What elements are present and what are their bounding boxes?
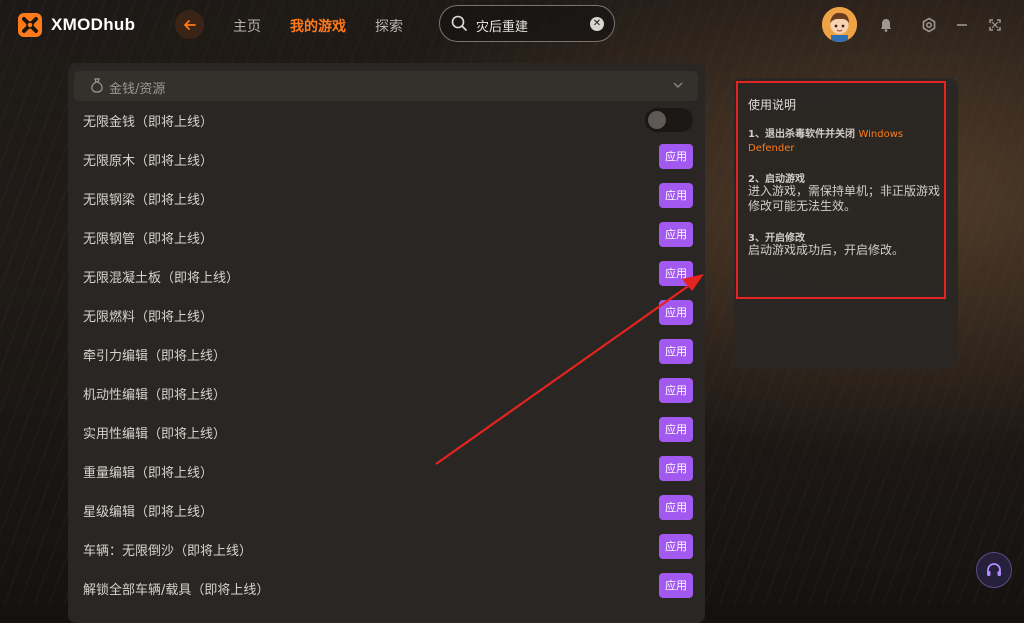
nav-my-games[interactable]: 我的游戏: [290, 16, 346, 36]
mod-row: 无限原木（即将上线） 应用: [83, 140, 693, 179]
search-input[interactable]: 灾后重建: [476, 16, 528, 35]
mod-label: 重量编辑（即将上线）: [83, 466, 214, 481]
mod-row: 无限金钱（即将上线）: [83, 101, 693, 140]
clear-search-icon[interactable]: ✕: [590, 17, 604, 31]
apply-button[interactable]: 应用: [659, 456, 693, 481]
apply-button[interactable]: 应用: [659, 144, 693, 169]
money-bag-icon: [91, 78, 103, 93]
step-3-title: 3、开启修改: [748, 233, 805, 244]
apply-button[interactable]: 应用: [659, 300, 693, 325]
step-2-body: 进入游戏，需保持单机；非正版游戏修改可能无法生效。: [748, 184, 941, 213]
mod-label: 机动性编辑（即将上线）: [83, 388, 227, 403]
mod-label: 无限燃料（即将上线）: [83, 310, 214, 325]
arrow-left-icon: [183, 19, 196, 30]
app-logo[interactable]: XMODhub: [16, 11, 135, 39]
mod-row: 星级编辑（即将上线） 应用: [83, 491, 693, 530]
avatar[interactable]: [822, 7, 857, 42]
mod-label: 解锁全部车辆/载具（即将上线）: [83, 583, 270, 598]
mod-label: 车辆：无限倒沙（即将上线）: [83, 544, 253, 559]
toggle-knob: [648, 111, 666, 129]
step-2-title: 2、启动游戏: [748, 174, 805, 185]
nav-explore[interactable]: 探索: [375, 16, 403, 36]
mod-label: 无限混凝土板（即将上线）: [83, 271, 240, 286]
mod-row: 解锁全部车辆/载具（即将上线） 应用: [83, 569, 693, 608]
apply-button[interactable]: 应用: [659, 573, 693, 598]
apply-button[interactable]: 应用: [659, 534, 693, 559]
step-1-title: 1、退出杀毒软件并关闭 Windows Defender: [748, 129, 904, 154]
app-header: XMODhub 主页 我的游戏 探索 灾后重建 ✕: [0, 0, 1024, 52]
apply-button[interactable]: 应用: [659, 183, 693, 208]
mod-label: 星级编辑（即将上线）: [83, 505, 214, 520]
mod-row: 无限燃料（即将上线） 应用: [83, 296, 693, 335]
apply-button[interactable]: 应用: [659, 417, 693, 442]
mod-row: 重量编辑（即将上线） 应用: [83, 452, 693, 491]
mod-row: 车辆：无限倒沙（即将上线） 应用: [83, 530, 693, 569]
search-box[interactable]: 灾后重建 ✕: [439, 5, 615, 42]
nav-home[interactable]: 主页: [233, 16, 261, 36]
mod-row: 牵引力编辑（即将上线） 应用: [83, 335, 693, 374]
mod-label: 牵引力编辑（即将上线）: [83, 349, 227, 364]
section-title: 金钱/资源: [109, 82, 166, 97]
chevron-down-icon[interactable]: [672, 79, 684, 91]
step-3-body: 启动游戏成功后，开启修改。: [748, 243, 905, 257]
minimize-icon[interactable]: [953, 16, 971, 34]
search-icon: [451, 15, 467, 31]
mod-label: 无限钢管（即将上线）: [83, 232, 214, 247]
mod-label: 无限金钱（即将上线）: [83, 115, 214, 130]
mod-label: 无限原木（即将上线）: [83, 154, 214, 169]
mod-row: 机动性编辑（即将上线） 应用: [83, 374, 693, 413]
instructions-title: 使用说明: [748, 98, 797, 112]
maximize-icon[interactable]: [986, 16, 1004, 34]
mod-row: 无限钢梁（即将上线） 应用: [83, 179, 693, 218]
headset-icon: [987, 563, 1001, 576]
settings-icon[interactable]: [920, 16, 938, 34]
mod-list-panel: 金钱/资源 无限金钱（即将上线） 无限原木（即将上线） 应用 无限钢梁（即将上线） 应用…: [68, 63, 705, 623]
notification-icon[interactable]: [877, 16, 895, 34]
apply-button[interactable]: 应用: [659, 261, 693, 286]
apply-button[interactable]: 应用: [659, 495, 693, 520]
mod-row: 无限混凝土板（即将上线） 应用: [83, 257, 693, 296]
mod-label: 实用性编辑（即将上线）: [83, 427, 227, 442]
avatar-image: [822, 7, 857, 42]
section-header-money-resources[interactable]: 金钱/资源: [74, 71, 698, 101]
support-button[interactable]: [976, 552, 1012, 588]
back-button[interactable]: [175, 10, 204, 39]
xmod-logo-icon: [18, 13, 42, 37]
mod-row: 无限钢管（即将上线） 应用: [83, 218, 693, 257]
apply-button[interactable]: 应用: [659, 378, 693, 403]
app-name: XMODhub: [51, 15, 136, 34]
mod-toggle[interactable]: [645, 108, 693, 132]
mod-label: 无限钢梁（即将上线）: [83, 193, 214, 208]
mod-row: 实用性编辑（即将上线） 应用: [83, 413, 693, 452]
apply-button[interactable]: 应用: [659, 339, 693, 364]
apply-button[interactable]: 应用: [659, 222, 693, 247]
